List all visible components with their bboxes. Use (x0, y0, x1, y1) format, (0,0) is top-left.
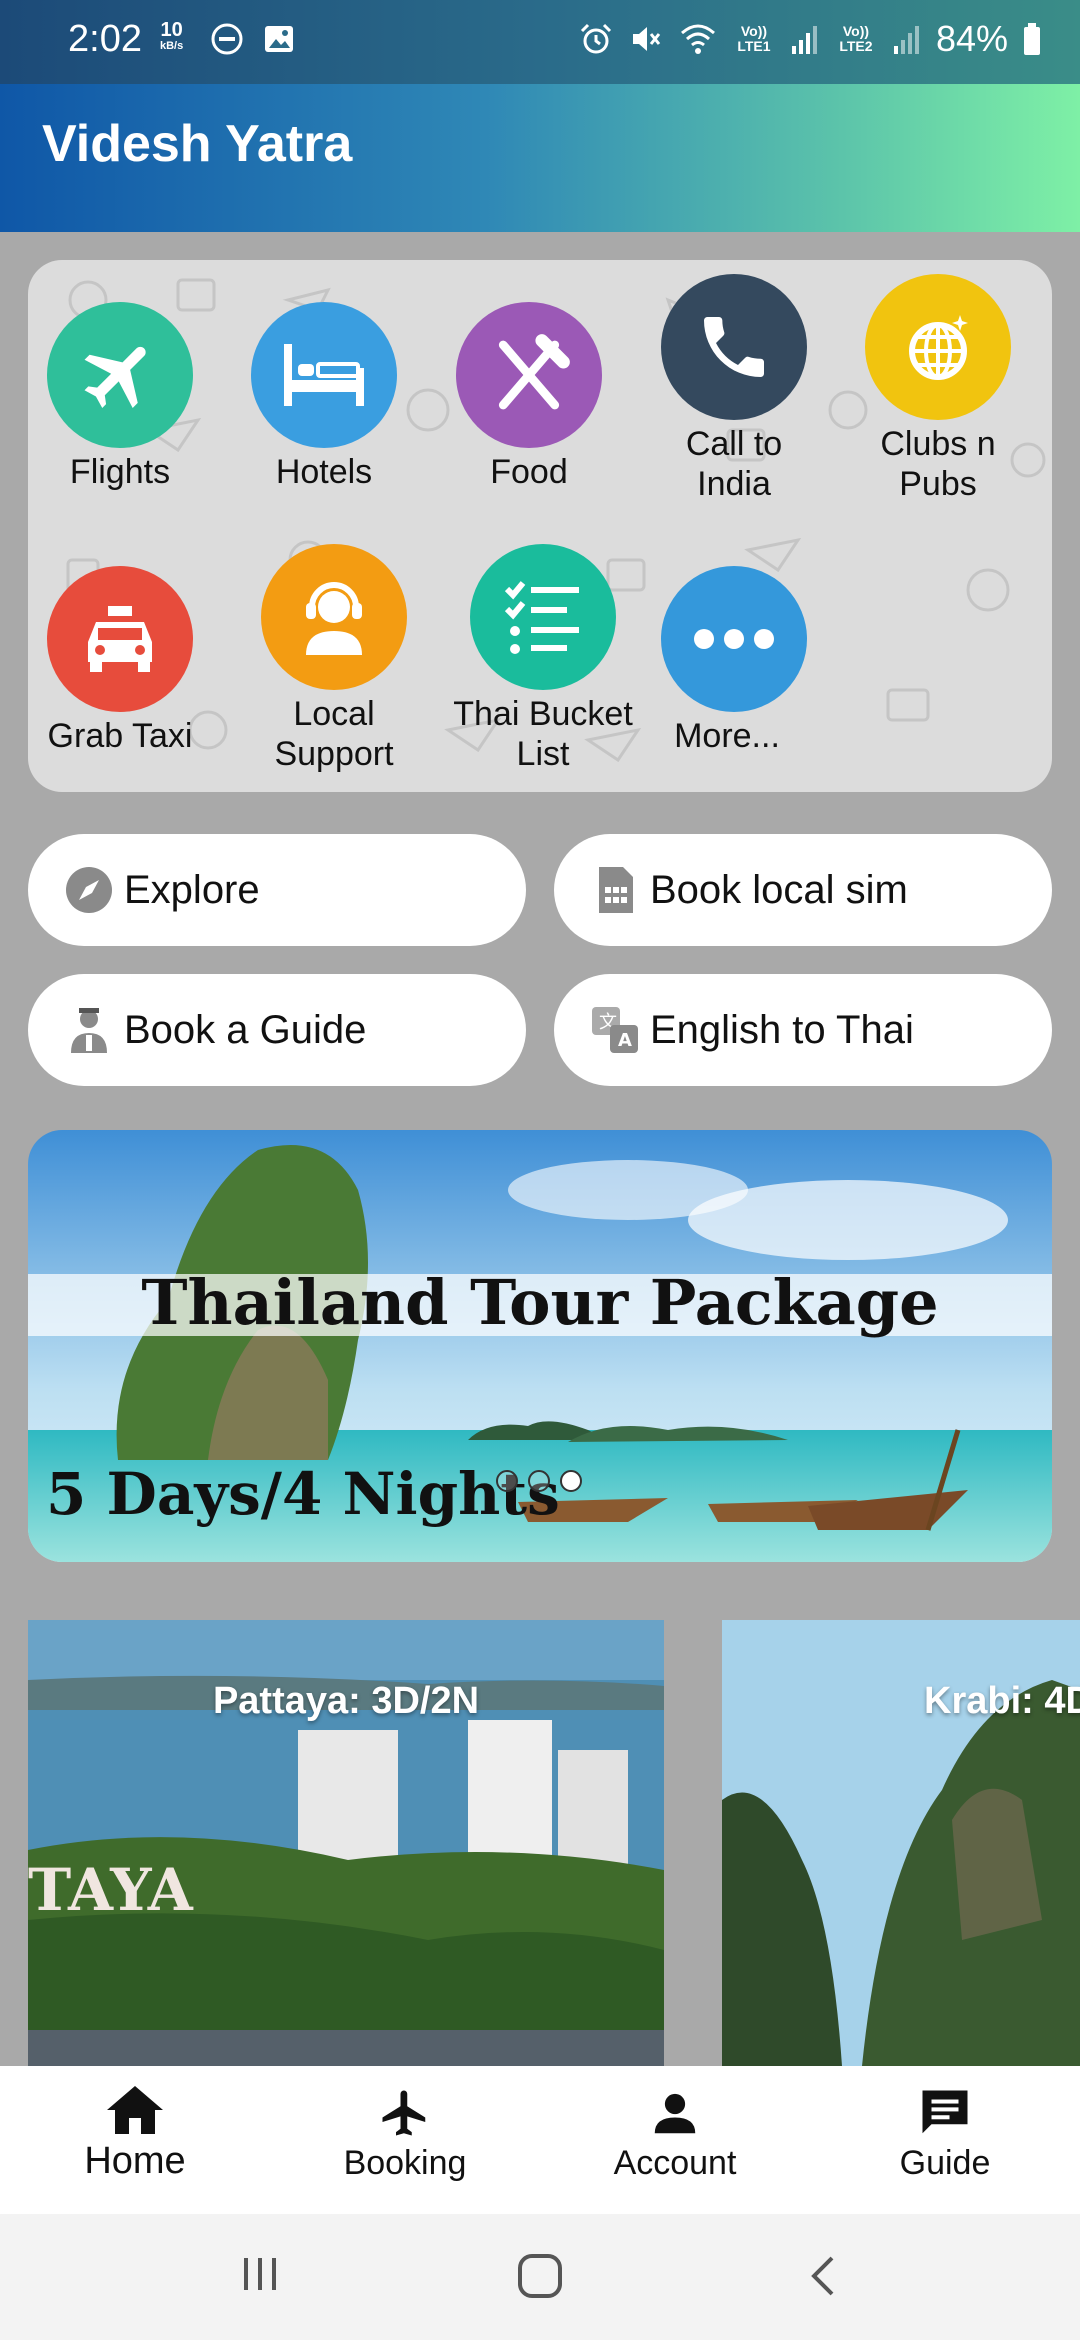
airplane-icon (382, 2090, 426, 2136)
bed-icon (284, 344, 364, 406)
do-not-disturb-icon (211, 23, 243, 55)
home-button-icon[interactable] (516, 2252, 564, 2300)
support-agent-icon (306, 582, 362, 655)
nav-booking[interactable]: Booking (270, 2066, 540, 2214)
taxi-icon (88, 606, 152, 672)
network-speed: 10 kB/s (160, 19, 184, 52)
nav-label: Guide (899, 2144, 991, 2182)
service-label: Hotels (275, 453, 373, 491)
service-label: Call to India (685, 425, 783, 503)
carousel-dot[interactable] (496, 1470, 518, 1492)
service-label: Local Support (274, 695, 394, 773)
banner-title: Thailand Tour Package (141, 1266, 939, 1339)
tour-guide-icon (62, 1003, 116, 1057)
tour-card-krabi[interactable]: Krabi: 4D (722, 1620, 1080, 2066)
tour-label: Krabi: 4D (924, 1680, 1080, 1722)
banner-subtitle: 5 Days/4 Nights (46, 1460, 560, 1528)
more-dots-icon (694, 629, 774, 649)
nav-home[interactable]: Home (0, 2066, 270, 2214)
translate-label: English to Thai (650, 1007, 914, 1052)
home-icon (107, 2086, 163, 2134)
battery-percent: 84% (935, 18, 1008, 59)
call-circle[interactable] (661, 274, 807, 420)
bottom-navigation: Home Booking Account Guide (0, 2066, 1080, 2214)
service-label: Grab Taxi (47, 717, 193, 755)
service-hotels[interactable]: Hotels (234, 302, 414, 492)
service-grab-taxi[interactable]: Grab Taxi (30, 566, 210, 756)
book-sim-label: Book local sim (650, 867, 908, 912)
back-icon[interactable] (804, 2252, 844, 2300)
phone-icon (704, 317, 764, 377)
translate-icon: 文A (588, 1003, 642, 1057)
more-circle[interactable] (661, 566, 807, 712)
sim2-label: Vo)) LTE2 (839, 23, 873, 54)
app-title: Videsh Yatra (42, 115, 353, 173)
utensils-icon (498, 334, 570, 410)
book-guide-button[interactable]: Book a Guide (28, 974, 526, 1086)
service-label: More... (674, 717, 780, 755)
service-thai-bucket-list[interactable]: Thai Bucket List (453, 544, 633, 774)
food-circle[interactable] (456, 302, 602, 448)
chat-icon (922, 2090, 968, 2134)
carousel-dot[interactable] (560, 1470, 582, 1492)
book-guide-label: Book a Guide (124, 1007, 367, 1052)
service-food[interactable]: Food (439, 302, 619, 492)
service-clubs-n-pubs[interactable]: Clubs n Pubs (848, 274, 1028, 504)
airplane-icon (84, 346, 146, 408)
nav-guide[interactable]: Guide (810, 2066, 1080, 2214)
service-more[interactable]: More... (644, 566, 824, 756)
nav-label: Account (613, 2144, 737, 2182)
sim1-label: Vo)) LTE1 (737, 23, 771, 54)
mute-icon (632, 27, 661, 51)
svg-text:TAYA: TAYA (28, 1856, 194, 1924)
book-local-sim-button[interactable]: Book local sim (554, 834, 1052, 946)
sim-card-icon (588, 863, 642, 917)
bucket-list-circle[interactable] (470, 544, 616, 690)
service-label: Thai Bucket List (453, 695, 633, 773)
tour-package-banner[interactable]: Thailand Tour Package 5 Days/4 Nights (28, 1130, 1052, 1562)
gallery-icon (265, 26, 293, 52)
wifi-icon (680, 24, 715, 54)
services-grid: Flights Hotels Food Call to India Clubs … (28, 260, 1052, 792)
nav-label: Home (84, 2140, 186, 2182)
tour-label: Pattaya: 3D/2N (212, 1680, 480, 1722)
taxi-circle[interactable] (47, 566, 193, 712)
signal-icon (791, 26, 817, 54)
carousel-dot[interactable] (528, 1470, 550, 1492)
service-label: Clubs n Pubs (880, 425, 996, 503)
recent-apps-icon[interactable] (238, 2252, 282, 2296)
hotels-circle[interactable] (251, 302, 397, 448)
system-navigation-bar (0, 2214, 1080, 2340)
signal-icon (893, 26, 919, 54)
status-time: 2:02 (68, 18, 142, 60)
nav-account[interactable]: Account (540, 2066, 810, 2214)
service-label: Food (490, 453, 568, 491)
explore-label: Explore (124, 867, 260, 912)
compass-icon (62, 863, 116, 917)
disco-ball-icon (909, 315, 968, 380)
tour-card-pattaya[interactable]: TAYA Pattaya: 3D/2N (28, 1620, 664, 2066)
service-flights[interactable]: Flights (30, 302, 210, 492)
carousel-indicator (496, 1470, 582, 1492)
service-local-support[interactable]: Local Support (244, 544, 424, 774)
nav-label: Booking (343, 2144, 467, 2182)
app-bar: Videsh Yatra (0, 84, 1080, 232)
status-bar: 2:02 10 kB/s Vo)) LTE1 Vo)) LTE2 84% (0, 0, 1080, 84)
flights-circle[interactable] (47, 302, 193, 448)
explore-button[interactable]: Explore (28, 834, 526, 946)
checklist-icon (504, 581, 579, 654)
service-label: Flights (69, 453, 171, 491)
battery-icon (1024, 23, 1040, 55)
service-call-to-india[interactable]: Call to India (644, 274, 824, 504)
svg-text:A: A (618, 1030, 632, 1051)
alarm-icon (580, 23, 611, 54)
english-to-thai-button[interactable]: 文A English to Thai (554, 974, 1052, 1086)
clubs-circle[interactable] (865, 274, 1011, 420)
person-icon (654, 2093, 696, 2134)
support-circle[interactable] (261, 544, 407, 690)
